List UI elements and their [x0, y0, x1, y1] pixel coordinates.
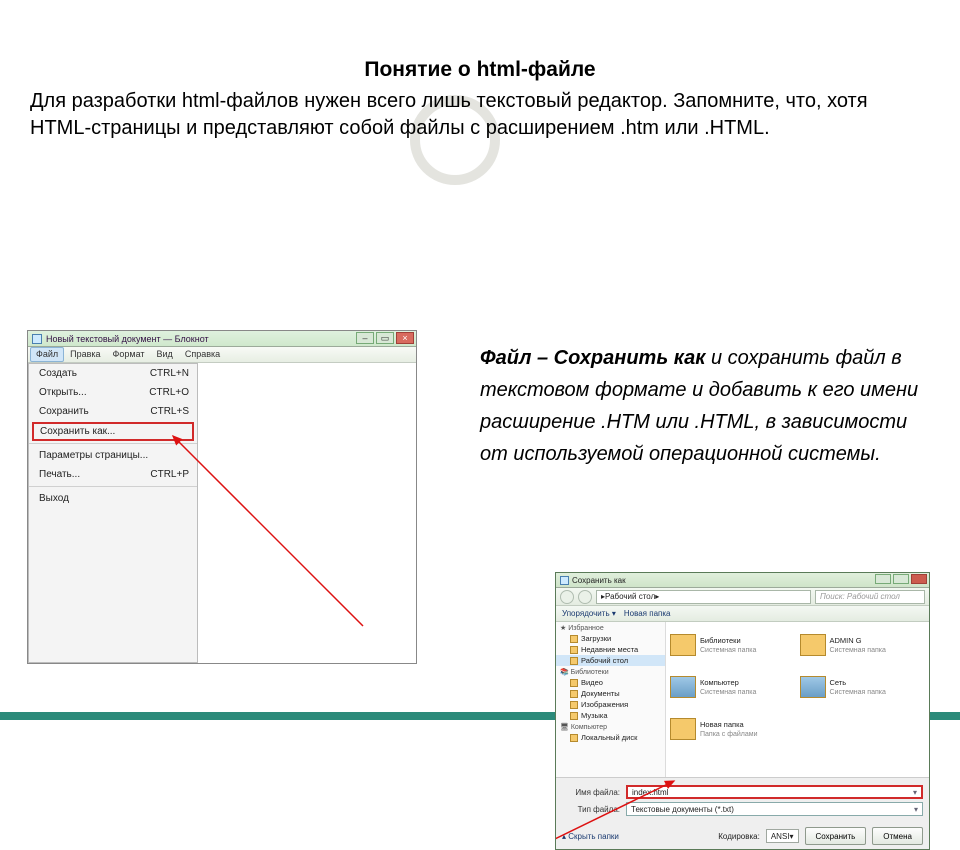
- intro-text: Для разработки html-файлов нужен всего л…: [0, 82, 960, 142]
- sidebar-item-images[interactable]: Изображения: [556, 699, 665, 710]
- window-buttons: [875, 574, 927, 584]
- menu-item-open[interactable]: Открыть...CTRL+O: [29, 383, 197, 402]
- sidebar-favorites-header: ★ Избранное: [556, 622, 665, 633]
- menu-format[interactable]: Формат: [107, 347, 151, 362]
- hide-folders-link[interactable]: ▴ Скрыть папки: [562, 832, 619, 841]
- menu-item-save[interactable]: СохранитьCTRL+S: [29, 402, 197, 421]
- sidebar-computer-header: 🖥 Компьютер: [556, 721, 665, 732]
- notepad-titlebar: Новый текстовый документ — Блокнот – ▭ ×: [28, 331, 416, 347]
- encoding-select[interactable]: ANSI ▾: [766, 829, 799, 843]
- save-button[interactable]: Сохранить: [805, 827, 867, 845]
- notepad-window: Новый текстовый документ — Блокнот – ▭ ×…: [27, 330, 417, 664]
- list-item[interactable]: Новая папкаПапка с файлами: [670, 710, 796, 748]
- sidebar-item-video[interactable]: Видео: [556, 677, 665, 688]
- sidebar-item-downloads[interactable]: Загрузки: [556, 633, 665, 644]
- save-bottom-panel: Имя файла: index.html▾ Тип файла: Тексто…: [556, 777, 929, 823]
- menu-item-exit[interactable]: Выход: [29, 489, 197, 508]
- close-button[interactable]: [911, 574, 927, 584]
- notepad-title: Новый текстовый документ — Блокнот: [46, 334, 209, 344]
- notepad-menubar: Файл Правка Формат Вид Справка: [28, 347, 416, 363]
- doc-icon: [560, 576, 569, 585]
- save-sidebar: ★ Избранное Загрузки Недавние места Рабо…: [556, 622, 666, 777]
- minimize-button[interactable]: –: [356, 332, 374, 344]
- menu-help[interactable]: Справка: [179, 347, 226, 362]
- notepad-editor-area: [198, 363, 416, 663]
- list-item[interactable]: КомпьютерСистемная папка: [670, 668, 796, 706]
- list-item[interactable]: БиблиотекиСистемная папка: [670, 626, 796, 664]
- menu-item-page-setup[interactable]: Параметры страницы...: [29, 446, 197, 465]
- save-navbar: ▸ Рабочий стол ▸ Поиск: Рабочий стол: [556, 588, 929, 606]
- sidebar-item-recent[interactable]: Недавние места: [556, 644, 665, 655]
- save-titlebar: Сохранить как: [556, 573, 929, 588]
- list-item[interactable]: СетьСистемная папка: [800, 668, 926, 706]
- filename-label: Имя файла:: [562, 788, 620, 797]
- nav-back-button[interactable]: [560, 590, 574, 604]
- sidebar-item-music[interactable]: Музыка: [556, 710, 665, 721]
- search-field[interactable]: Поиск: Рабочий стол: [815, 590, 925, 604]
- file-menu-dropdown: СоздатьCTRL+N Открыть...CTRL+O Сохранить…: [28, 363, 198, 663]
- path-field[interactable]: ▸ Рабочий стол ▸: [596, 590, 811, 604]
- sidebar-libraries-header: 📚 Библиотеки: [556, 666, 665, 677]
- save-title: Сохранить как: [572, 576, 626, 585]
- maximize-button[interactable]: ▭: [376, 332, 394, 344]
- menu-item-print[interactable]: Печать...CTRL+P: [29, 465, 197, 484]
- nav-fwd-button[interactable]: [578, 590, 592, 604]
- sidebar-item-desktop[interactable]: Рабочий стол: [556, 655, 665, 666]
- menu-item-new[interactable]: СоздатьCTRL+N: [29, 364, 197, 383]
- minimize-button[interactable]: [875, 574, 891, 584]
- cancel-button[interactable]: Отмена: [872, 827, 923, 845]
- close-button[interactable]: ×: [396, 332, 414, 344]
- filetype-select[interactable]: Текстовые документы (*.txt)▾: [626, 802, 923, 816]
- filetype-label: Тип файла:: [562, 805, 620, 814]
- sidebar-item-localdisk[interactable]: Локальный диск: [556, 732, 665, 743]
- instruction-bold: Файл – Сохранить как: [480, 347, 705, 369]
- window-buttons: – ▭ ×: [356, 332, 414, 344]
- instruction-text: Файл – Сохранить как и сохранить файл в …: [480, 342, 920, 470]
- menu-edit[interactable]: Правка: [64, 347, 106, 362]
- save-toolbar: Упорядочить ▾ Новая папка: [556, 606, 929, 622]
- list-item[interactable]: ADMIN GСистемная папка: [800, 626, 926, 664]
- filename-input[interactable]: index.html▾: [626, 785, 923, 799]
- menu-file[interactable]: Файл: [30, 347, 64, 362]
- doc-icon: [32, 334, 42, 344]
- new-folder-button[interactable]: Новая папка: [624, 609, 671, 618]
- encoding-label: Кодировка:: [718, 832, 760, 841]
- menu-view[interactable]: Вид: [151, 347, 179, 362]
- save-dialog: Сохранить как ▸ Рабочий стол ▸ Поиск: Ра…: [555, 572, 930, 850]
- maximize-button[interactable]: [893, 574, 909, 584]
- save-actions: ▴ Скрыть папки Кодировка: ANSI ▾ Сохрани…: [556, 823, 929, 849]
- organize-button[interactable]: Упорядочить ▾: [562, 609, 616, 618]
- sidebar-item-documents[interactable]: Документы: [556, 688, 665, 699]
- menu-item-save-as[interactable]: Сохранить как...: [32, 422, 194, 441]
- page-title: Понятие о html-файле: [0, 0, 960, 82]
- save-file-list: БиблиотекиСистемная папка ADMIN GСистемн…: [666, 622, 929, 777]
